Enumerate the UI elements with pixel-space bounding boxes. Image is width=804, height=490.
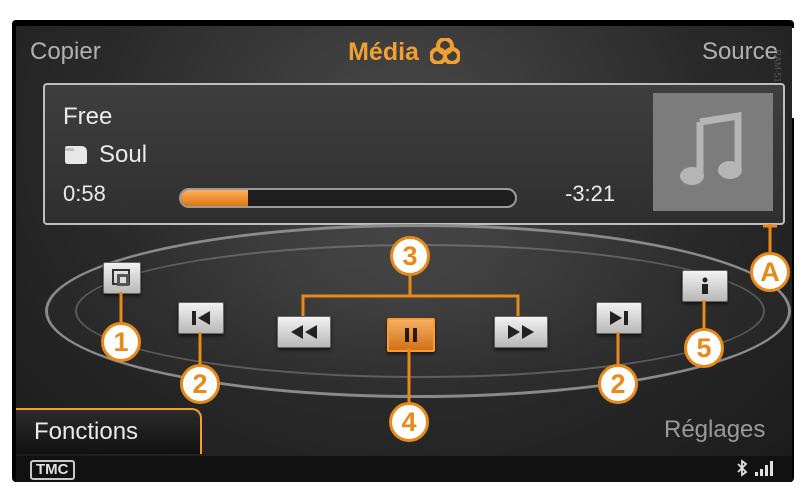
remaining-time: -3:21 <box>565 181 616 206</box>
folder-icon <box>65 146 87 164</box>
media-icon <box>429 38 460 64</box>
status-bar: TMC <box>16 456 792 482</box>
side-code-label: RAM-5122 <box>773 28 804 118</box>
genre-label: Soul <box>99 141 148 168</box>
track-title: Free <box>63 103 113 130</box>
album-art <box>653 93 773 211</box>
fonctions-label: Fonctions <box>34 418 139 445</box>
previous-track-button[interactable] <box>178 302 224 334</box>
rewind-button[interactable] <box>277 316 331 348</box>
pause-button[interactable] <box>387 318 435 352</box>
fonctions-tab[interactable]: Fonctions <box>16 408 202 454</box>
pause-icon <box>405 328 417 342</box>
callout-4: 4 <box>389 402 429 442</box>
elapsed-time: 0:58 <box>63 181 106 206</box>
tmc-badge: TMC <box>30 460 75 480</box>
mode-button[interactable] <box>103 262 141 294</box>
next-track-button[interactable] <box>596 302 642 334</box>
callout-1: 1 <box>101 322 141 362</box>
mode-icon <box>112 269 130 286</box>
info-button[interactable] <box>682 270 728 302</box>
signal-strength-icon <box>755 461 773 476</box>
media-title[interactable]: Média <box>348 38 419 66</box>
status-icons <box>736 459 776 477</box>
progress-bar[interactable] <box>179 188 517 208</box>
source-tab[interactable]: Source <box>702 38 778 66</box>
callout-3: 3 <box>390 236 430 276</box>
next-track-icon <box>610 311 628 325</box>
screen: Copier Média Source RAM-5122 Free Soul 0… <box>0 0 804 490</box>
callout-2-left: 2 <box>180 364 220 404</box>
now-playing-panel: Free Soul 0:58 -3:21 <box>43 83 785 225</box>
media-title-wrap: Média <box>16 38 792 67</box>
top-bar: Copier Média Source <box>16 26 792 76</box>
genre-row: Soul <box>63 141 147 169</box>
previous-track-icon <box>192 311 210 325</box>
music-note-icon <box>680 112 742 185</box>
bluetooth-icon <box>737 459 748 477</box>
callout-a: A <box>750 252 790 292</box>
callout-5: 5 <box>684 328 724 368</box>
fast-forward-button[interactable] <box>494 316 548 348</box>
reglages-tab[interactable]: Réglages <box>664 416 765 444</box>
info-icon <box>702 277 708 294</box>
rewind-icon <box>291 325 317 339</box>
progress-fill <box>181 190 248 206</box>
callout-2-right: 2 <box>598 364 638 404</box>
fast-forward-icon <box>508 325 534 339</box>
